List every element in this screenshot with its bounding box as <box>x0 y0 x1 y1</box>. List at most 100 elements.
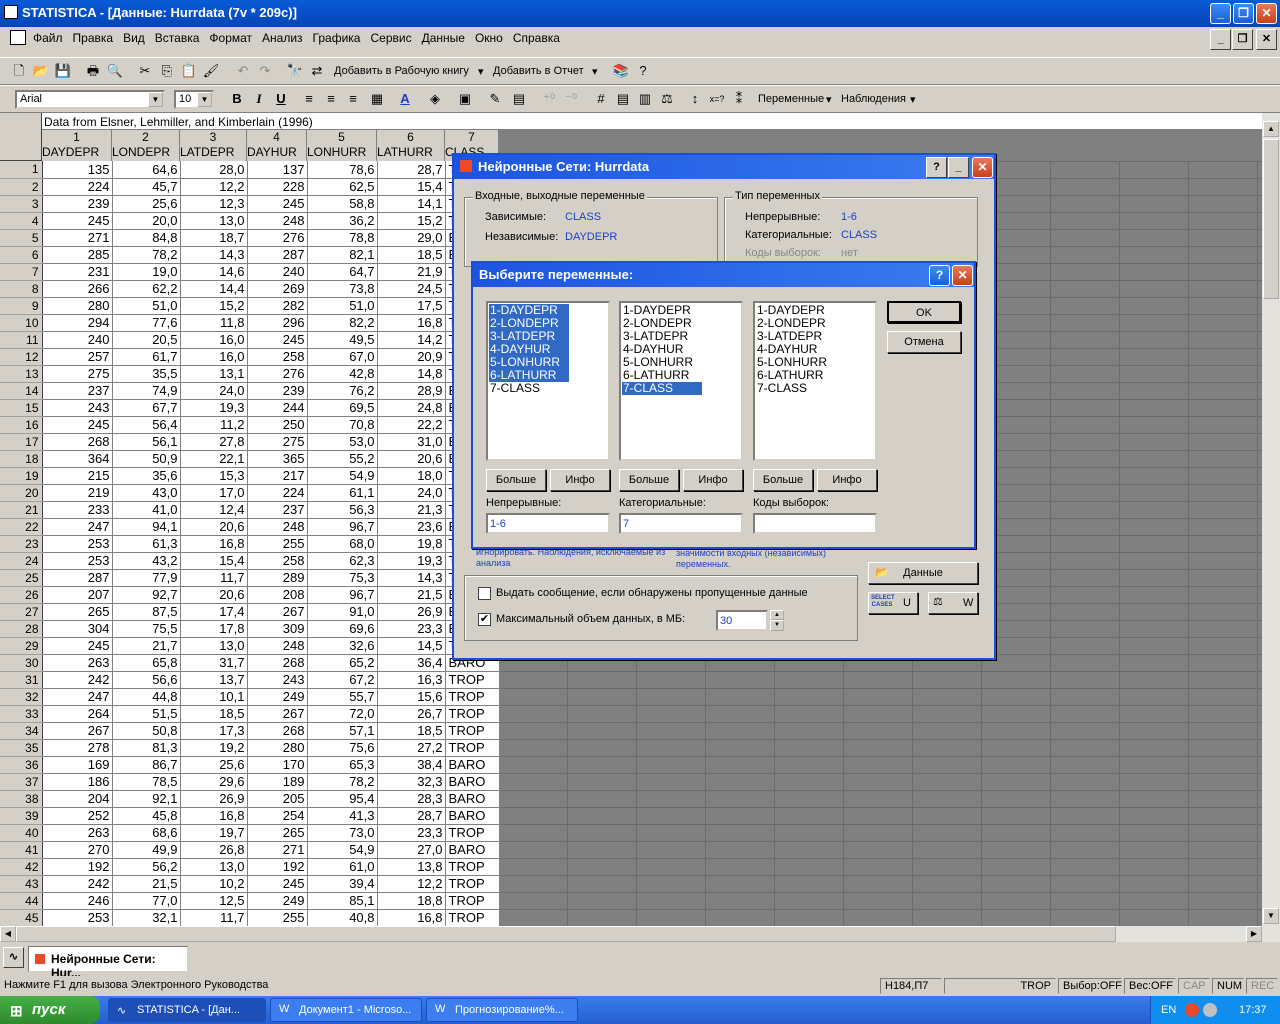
cell[interactable]: 28,9 <box>377 382 446 400</box>
cell[interactable]: 15,2 <box>180 297 248 315</box>
cell[interactable]: 19,2 <box>180 739 248 757</box>
cell[interactable]: 62,5 <box>307 178 378 196</box>
hscroll-thumb[interactable] <box>16 926 1116 942</box>
open-icon[interactable]: 📂 <box>32 62 50 80</box>
independent-list[interactable]: 1-DAYDEPR 2-LONDEPR 3-LATDEPR 4-DAYHUR 5-LON… <box>486 301 610 461</box>
cell[interactable]: 20,6 <box>377 450 446 468</box>
cell[interactable]: 82,1 <box>307 246 378 264</box>
row-header[interactable]: 41 <box>0 841 43 859</box>
cell[interactable]: 11,8 <box>180 314 248 332</box>
sheet-caption[interactable]: Data from Elsner, Lehmiller, and Kimberl… <box>42 113 1262 130</box>
cell[interactable]: 15,2 <box>377 212 446 230</box>
add-report-button[interactable]: Добавить в Отчет <box>493 65 584 77</box>
cell[interactable]: 245 <box>42 637 113 655</box>
cell[interactable]: 170 <box>247 756 308 774</box>
cell[interactable]: 246 <box>42 892 113 910</box>
cat-field-input[interactable]: 7 <box>619 513 743 534</box>
scroll-up-icon[interactable]: ▲ <box>1263 121 1279 137</box>
cell[interactable]: 208 <box>247 586 308 604</box>
cell[interactable]: 26,9 <box>180 790 248 808</box>
cell[interactable]: TROP <box>445 688 500 706</box>
cell[interactable]: 18,5 <box>377 246 446 264</box>
cell[interactable]: TROP <box>445 722 500 740</box>
row-header[interactable]: 35 <box>0 739 43 757</box>
cell[interactable]: TROP <box>445 705 500 723</box>
cell[interactable]: 18,8 <box>377 892 446 910</box>
cell[interactable]: 19,0 <box>112 263 181 281</box>
menu-item-8[interactable]: Данные <box>417 27 470 45</box>
cell[interactable]: 77,9 <box>112 569 181 587</box>
cell[interactable]: 55,7 <box>307 688 378 706</box>
column-header-6[interactable]: 6 LATHURR <box>377 130 445 161</box>
info-button-2[interactable]: Инфо <box>683 469 743 491</box>
bold-icon[interactable]: B <box>228 90 246 108</box>
cell[interactable]: 64,7 <box>307 263 378 281</box>
paste-icon[interactable]: 📋 <box>180 62 198 80</box>
cell[interactable]: 53,0 <box>307 433 378 451</box>
cell[interactable]: 17,0 <box>180 484 248 502</box>
cell[interactable]: 257 <box>42 348 113 366</box>
cell[interactable]: 12,2 <box>377 875 446 893</box>
max-data-checkbox[interactable]: ✔ <box>478 613 491 626</box>
cell[interactable]: 61,3 <box>112 535 181 553</box>
info-button-1[interactable]: Инфо <box>550 469 610 491</box>
task-word-doc[interactable]: W Документ1 - Microso... <box>270 998 422 1022</box>
menu-item-6[interactable]: Графика <box>308 27 366 45</box>
cell[interactable]: 40,8 <box>307 909 378 926</box>
cell[interactable]: 31,0 <box>377 433 446 451</box>
nn-window-tab[interactable]: Нейронные Сети: Hur... <box>28 946 188 980</box>
redo-icon[interactable]: ↷ <box>256 62 274 80</box>
cell[interactable]: 75,3 <box>307 569 378 587</box>
cell[interactable]: 237 <box>247 501 308 519</box>
cell[interactable]: 16,0 <box>180 331 248 349</box>
cell[interactable]: 169 <box>42 756 113 774</box>
cell[interactable]: 94,1 <box>112 518 181 536</box>
print-preview-icon[interactable]: 🔍 <box>106 62 124 80</box>
cell[interactable]: 271 <box>42 229 113 247</box>
column-header-4[interactable]: 4 DAYHUR <box>247 130 307 161</box>
cell[interactable]: 280 <box>42 297 113 315</box>
cell[interactable]: 254 <box>247 807 308 825</box>
cell[interactable]: 16,8 <box>180 807 248 825</box>
italic-icon[interactable]: I <box>250 90 268 108</box>
cell[interactable]: 192 <box>247 858 308 876</box>
data-table[interactable]: 113564,628,013778,628,7TROP222445,712,22… <box>0 161 500 926</box>
cell[interactable]: 82,2 <box>307 314 378 332</box>
cell[interactable]: 56,2 <box>112 858 181 876</box>
variables-arrow-icon[interactable]: ▾ <box>826 93 832 106</box>
var-close-button[interactable]: ✕ <box>952 265 973 286</box>
cell[interactable]: 18,5 <box>180 705 248 723</box>
cell[interactable]: 39,4 <box>307 875 378 893</box>
cell[interactable]: 270 <box>42 841 113 859</box>
cell[interactable]: 78,2 <box>112 246 181 264</box>
cell[interactable]: 205 <box>247 790 308 808</box>
decimals-add-icon[interactable]: ⁺⁰ <box>540 90 558 108</box>
close-button[interactable]: ✕ <box>1256 3 1277 24</box>
cell[interactable]: 86,7 <box>112 756 181 774</box>
row-header[interactable]: 1 <box>0 161 43 179</box>
ok-button[interactable]: OK <box>887 301 961 323</box>
variables-specs-icon[interactable]: # <box>592 90 610 108</box>
cell[interactable]: 287 <box>247 246 308 264</box>
align-left-icon[interactable]: ≡ <box>300 90 318 108</box>
chevron-down-icon[interactable]: ▼ <box>197 92 212 107</box>
row-header[interactable]: 19 <box>0 467 43 485</box>
cell[interactable]: 51,0 <box>307 297 378 315</box>
list-item[interactable]: 7-CLASS <box>622 382 702 395</box>
row-header[interactable]: 4 <box>0 212 43 230</box>
sort-icon[interactable]: ↕ <box>686 90 704 108</box>
cell[interactable]: 14,8 <box>377 365 446 383</box>
row-header[interactable]: 6 <box>0 246 43 264</box>
cell[interactable]: BARO <box>445 756 500 774</box>
cell[interactable]: 87,5 <box>112 603 181 621</box>
cell[interactable]: 249 <box>247 688 308 706</box>
row-header[interactable]: 33 <box>0 705 43 723</box>
case-names-icon[interactable]: ▥ <box>636 90 654 108</box>
cell[interactable]: 92,7 <box>112 586 181 604</box>
cut-icon[interactable]: ✂ <box>136 62 154 80</box>
cell[interactable]: 263 <box>42 654 113 672</box>
cell[interactable]: 25,6 <box>180 756 248 774</box>
nn-help-button[interactable]: ? <box>926 157 947 178</box>
row-header[interactable]: 15 <box>0 399 43 417</box>
cases-button[interactable]: Наблюдения <box>841 93 906 105</box>
